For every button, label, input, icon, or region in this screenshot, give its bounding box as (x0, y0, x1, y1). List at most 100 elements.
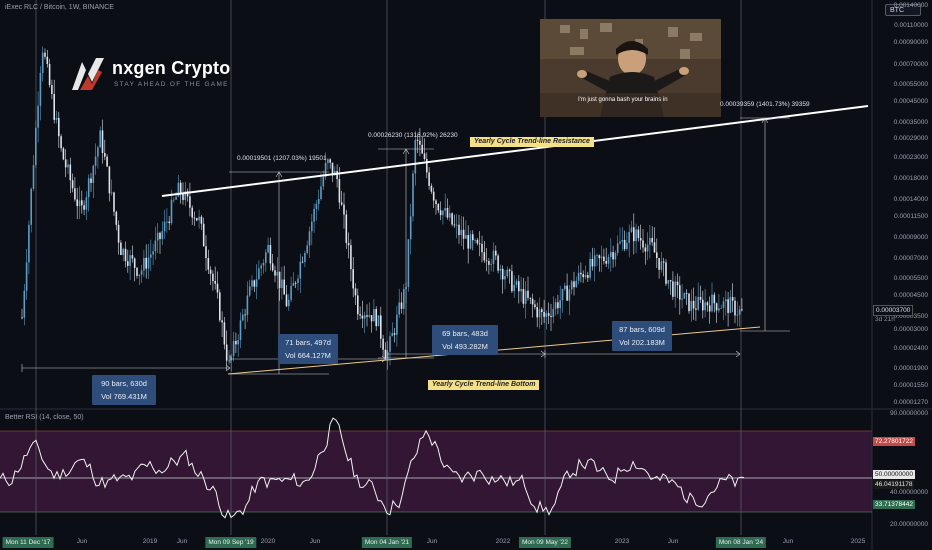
candle-body (366, 315, 368, 317)
candle-body (520, 288, 522, 292)
candle-body (189, 196, 191, 208)
range-box-1[interactable]: 90 bars, 630d Vol 769.431M (92, 375, 156, 405)
candle-body (152, 251, 154, 255)
brand-logo: nxgen Crypto STAY AHEAD OF THE GAME (68, 54, 238, 94)
candle-body (437, 204, 440, 211)
candle-body (614, 252, 617, 260)
range-box-2[interactable]: 71 bars, 497d Vol 664.127M (278, 334, 338, 364)
candle-body (145, 257, 147, 269)
candle-body (400, 302, 403, 309)
candle-body (51, 85, 53, 94)
candle-body (124, 248, 127, 262)
candle-body (524, 290, 527, 304)
time-tick: 2022 (495, 538, 511, 545)
candle-body (225, 344, 228, 361)
candle-body (506, 269, 509, 277)
candle-body (25, 262, 28, 291)
date-tag: Mon 11 Dec '17 (2, 537, 54, 548)
candle-body (140, 270, 143, 275)
candle-body (414, 139, 417, 174)
candle-body (368, 315, 371, 317)
candle-body (175, 196, 177, 200)
rsi-tick-low: 40.00000000 (890, 489, 928, 496)
candle-body (363, 315, 366, 319)
candle-body (196, 218, 198, 221)
price-tick: 0.00002400 (893, 345, 928, 353)
price-tick: 0.00090000 (893, 39, 928, 47)
candle-body (600, 256, 603, 259)
candle-body (676, 281, 679, 286)
candle-body (623, 239, 626, 250)
time-tick: Jun (76, 538, 88, 545)
candle-body (71, 180, 74, 189)
candle-body (147, 257, 150, 269)
candle-body (232, 340, 235, 357)
candle-body (92, 165, 95, 183)
candle-body (547, 313, 550, 316)
candle-body (621, 239, 624, 242)
candle-body (552, 308, 555, 317)
candle-body (725, 299, 727, 302)
candle-body (202, 223, 205, 247)
candle-body (662, 261, 665, 263)
range-box-3[interactable]: 69 bars, 483d Vol 493.282M (432, 325, 498, 355)
candle-body (248, 286, 251, 296)
candle-body (235, 340, 237, 345)
candle-body (136, 267, 138, 276)
candle-body (635, 229, 637, 242)
candle-body (679, 285, 681, 300)
candle-body (101, 130, 104, 154)
candle-body (580, 272, 582, 275)
range-box-4[interactable]: 87 bars, 609d Vol 202.183M (612, 321, 672, 351)
candle-body (258, 268, 260, 280)
candle-body (731, 297, 734, 301)
candle-body (283, 279, 285, 295)
resistance-label: Yearly Cycle Trend-line Resistance (470, 137, 594, 147)
candle-body (393, 333, 396, 335)
candle-body (653, 242, 656, 253)
candle-body (474, 239, 476, 241)
candle-body (352, 269, 354, 289)
price-tick: 0.00004500 (893, 292, 928, 300)
candle-body (74, 188, 76, 200)
candle-body (115, 211, 118, 225)
candle-body (575, 280, 578, 288)
candle-body (380, 315, 382, 339)
candle-body (497, 255, 499, 271)
time-tick: Jun (176, 538, 188, 545)
measure-label-3: 0.00039359 (1401.73%) 39359 (720, 101, 810, 108)
candle-body (308, 231, 311, 246)
candle-body (391, 333, 394, 337)
candle-body (683, 292, 686, 299)
candle-body (76, 199, 78, 207)
candle-body (377, 315, 380, 327)
candle-body (78, 200, 81, 207)
candle-body (646, 244, 649, 252)
candle-body (143, 257, 145, 271)
candle-body (432, 191, 435, 201)
candle-body (221, 320, 223, 323)
candle-body (48, 63, 51, 86)
candle-body (219, 292, 221, 321)
candle-body (616, 243, 619, 253)
candle-body (343, 204, 345, 215)
candle-body (87, 178, 90, 198)
candle-body (442, 210, 444, 216)
candle-body (94, 156, 97, 166)
candle-body (69, 164, 72, 181)
candle-body (458, 224, 460, 236)
candle-body (329, 159, 331, 163)
rsi-tick-top: 90.00000000 (890, 410, 928, 417)
candle-body (469, 234, 472, 249)
price-tick: 0.00055000 (893, 80, 928, 88)
candle-body (564, 285, 566, 290)
candle-body (315, 203, 318, 209)
candle-body (265, 252, 267, 263)
logo-tagline: STAY AHEAD OF THE GAME (114, 81, 229, 88)
candle-body (55, 117, 58, 120)
candle-body (39, 73, 42, 106)
candle-body (37, 105, 39, 128)
candle-body (426, 159, 428, 173)
candle-body (573, 281, 575, 288)
candle-body (741, 309, 743, 311)
